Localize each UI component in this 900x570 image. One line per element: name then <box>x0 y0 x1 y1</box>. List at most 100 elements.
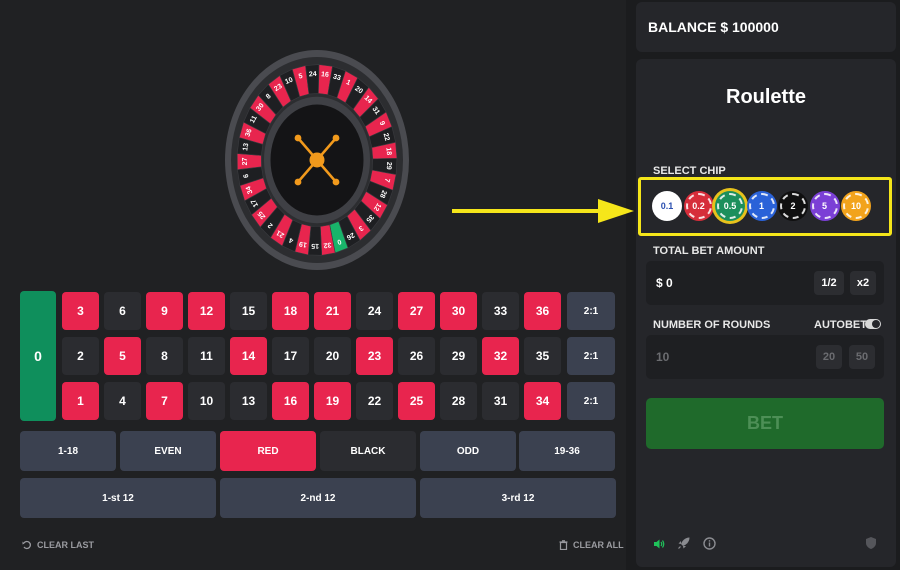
wheel-number: 16 <box>321 71 330 79</box>
column-bet[interactable]: 2:1 <box>567 292 615 330</box>
shield-icon[interactable] <box>865 536 877 550</box>
wheel-number: 27 <box>242 157 249 165</box>
number-cell[interactable]: 33 <box>482 292 519 330</box>
number-cell[interactable]: 9 <box>146 292 183 330</box>
number-cell[interactable]: 34 <box>524 382 561 420</box>
info-icon[interactable] <box>703 537 716 550</box>
number-cell[interactable]: 6 <box>104 292 141 330</box>
number-cell[interactable]: 31 <box>482 382 519 420</box>
rounds-20-button[interactable]: 20 <box>816 345 842 369</box>
wheel-number: 15 <box>311 242 319 249</box>
number-cell[interactable]: 25 <box>398 382 435 420</box>
wheel-number: 29 <box>385 162 393 170</box>
number-cell[interactable]: 14 <box>230 337 267 375</box>
chip-0.5[interactable]: 0.5 <box>715 191 745 221</box>
total-bet-field[interactable]: $ 0 1/2 x2 <box>646 261 884 305</box>
number-cell[interactable]: 19 <box>314 382 351 420</box>
autobet-label: AUTOBET <box>814 319 867 331</box>
outside-bet-19-36[interactable]: 19-36 <box>519 431 615 471</box>
column-bet[interactable]: 2:1 <box>567 382 615 420</box>
number-cell[interactable]: 22 <box>356 382 393 420</box>
balance-display: BALANCE $ 100000 <box>636 2 896 52</box>
number-cell[interactable]: 21 <box>314 292 351 330</box>
number-cell[interactable]: 15 <box>230 292 267 330</box>
number-cell[interactable]: 17 <box>272 337 309 375</box>
chip-2[interactable]: 2 <box>778 191 808 221</box>
outside-bet-even[interactable]: EVEN <box>120 431 216 471</box>
number-cell[interactable]: 12 <box>188 292 225 330</box>
number-cell[interactable]: 1 <box>62 382 99 420</box>
rounds-label: NUMBER OF ROUNDS <box>653 319 771 331</box>
number-cell[interactable]: 35 <box>524 337 561 375</box>
number-cell[interactable]: 18 <box>272 292 309 330</box>
game-title: Roulette <box>726 86 806 108</box>
number-cell[interactable]: 24 <box>356 292 393 330</box>
hub-knob <box>294 178 302 186</box>
chip-0.1[interactable]: 0.1 <box>652 191 682 221</box>
number-cell[interactable]: 26 <box>398 337 435 375</box>
number-cell[interactable]: 27 <box>398 292 435 330</box>
dozen-bet[interactable]: 2-nd 12 <box>220 478 416 518</box>
bet-panel: Roulette SELECT CHIP 0.1 0.2 0.5 1 2 5 10 TOTA… <box>636 59 896 567</box>
clear-all-button[interactable]: CLEAR ALL <box>559 540 624 550</box>
wheel-number: 32 <box>323 241 332 249</box>
dozen-bet[interactable]: 1-st 12 <box>20 478 216 518</box>
number-cell[interactable]: 29 <box>440 337 477 375</box>
number-cell[interactable]: 3 <box>62 292 99 330</box>
half-bet-button[interactable]: 1/2 <box>814 271 844 295</box>
roulette-wheel: 0 32 15 19 4 21 2 25 17 34 6 27 13 36 11 30 8 23 10 5 24 16 33… <box>224 49 410 271</box>
hub-center <box>309 152 325 168</box>
total-bet-value: $ 0 <box>656 276 673 290</box>
number-cell[interactable]: 10 <box>188 382 225 420</box>
chip-0.2[interactable]: 0.2 <box>683 191 714 221</box>
number-cell[interactable]: 36 <box>524 292 561 330</box>
chip-5[interactable]: 5 <box>809 191 840 221</box>
number-cell[interactable]: 32 <box>482 337 519 375</box>
game-area: 0 32 15 19 4 21 2 25 17 34 6 27 13 36 11 30 8 23 10 5 24 16 33… <box>0 0 626 570</box>
wheel-number: 13 <box>242 143 250 152</box>
double-bet-button[interactable]: x2 <box>850 271 876 295</box>
number-cell[interactable]: 20 <box>314 337 351 375</box>
number-cell[interactable]: 30 <box>440 292 477 330</box>
outside-bet-red[interactable]: RED <box>220 431 316 471</box>
wheel-number: 19 <box>299 240 308 248</box>
chip-1[interactable]: 1 <box>746 191 777 221</box>
outside-bet-1-18[interactable]: 1-18 <box>20 431 116 471</box>
rocket-icon[interactable] <box>677 536 691 550</box>
number-cell[interactable]: 28 <box>440 382 477 420</box>
number-cell[interactable]: 23 <box>356 337 393 375</box>
rounds-field[interactable]: 10 20 50 <box>646 335 884 379</box>
number-cell[interactable]: 2 <box>62 337 99 375</box>
outside-bet-black[interactable]: BLACK <box>320 431 416 471</box>
zero-cell[interactable]: 0 <box>20 291 56 421</box>
rounds-50-button[interactable]: 50 <box>849 345 875 369</box>
number-cell[interactable]: 11 <box>188 337 225 375</box>
outside-bet-odd[interactable]: ODD <box>420 431 516 471</box>
arrow-head <box>598 199 634 223</box>
bet-button[interactable]: BET <box>646 398 884 449</box>
total-bet-label: TOTAL BET AMOUNT <box>653 245 765 257</box>
sound-icon[interactable] <box>653 538 665 550</box>
chip-value: 0.2 <box>692 201 705 211</box>
chip-value: 0.1 <box>660 201 674 211</box>
chip-selector: 0.1 0.2 0.5 1 2 5 10 <box>638 177 892 236</box>
chip-value: 0.5 <box>723 201 737 211</box>
chip-10[interactable]: 10 <box>841 191 871 221</box>
hub-knob <box>332 178 340 186</box>
number-cell[interactable]: 16 <box>272 382 309 420</box>
number-cell[interactable]: 5 <box>104 337 141 375</box>
clear-last-button[interactable]: CLEAR LAST <box>22 540 94 550</box>
column-bet[interactable]: 2:1 <box>567 337 615 375</box>
hub-knob <box>332 134 340 142</box>
number-cell[interactable]: 8 <box>146 337 183 375</box>
chip-value: 1 <box>758 201 764 211</box>
number-cell[interactable]: 4 <box>104 382 141 420</box>
number-cell[interactable]: 7 <box>146 382 183 420</box>
trash-icon <box>559 540 568 550</box>
chip-value: 5 <box>821 201 827 211</box>
number-cell[interactable]: 13 <box>230 382 267 420</box>
wheel-number: 24 <box>309 71 317 78</box>
annotation-arrow <box>452 199 634 223</box>
dozen-bet[interactable]: 3-rd 12 <box>420 478 616 518</box>
autobet-toggle[interactable] <box>865 319 881 329</box>
